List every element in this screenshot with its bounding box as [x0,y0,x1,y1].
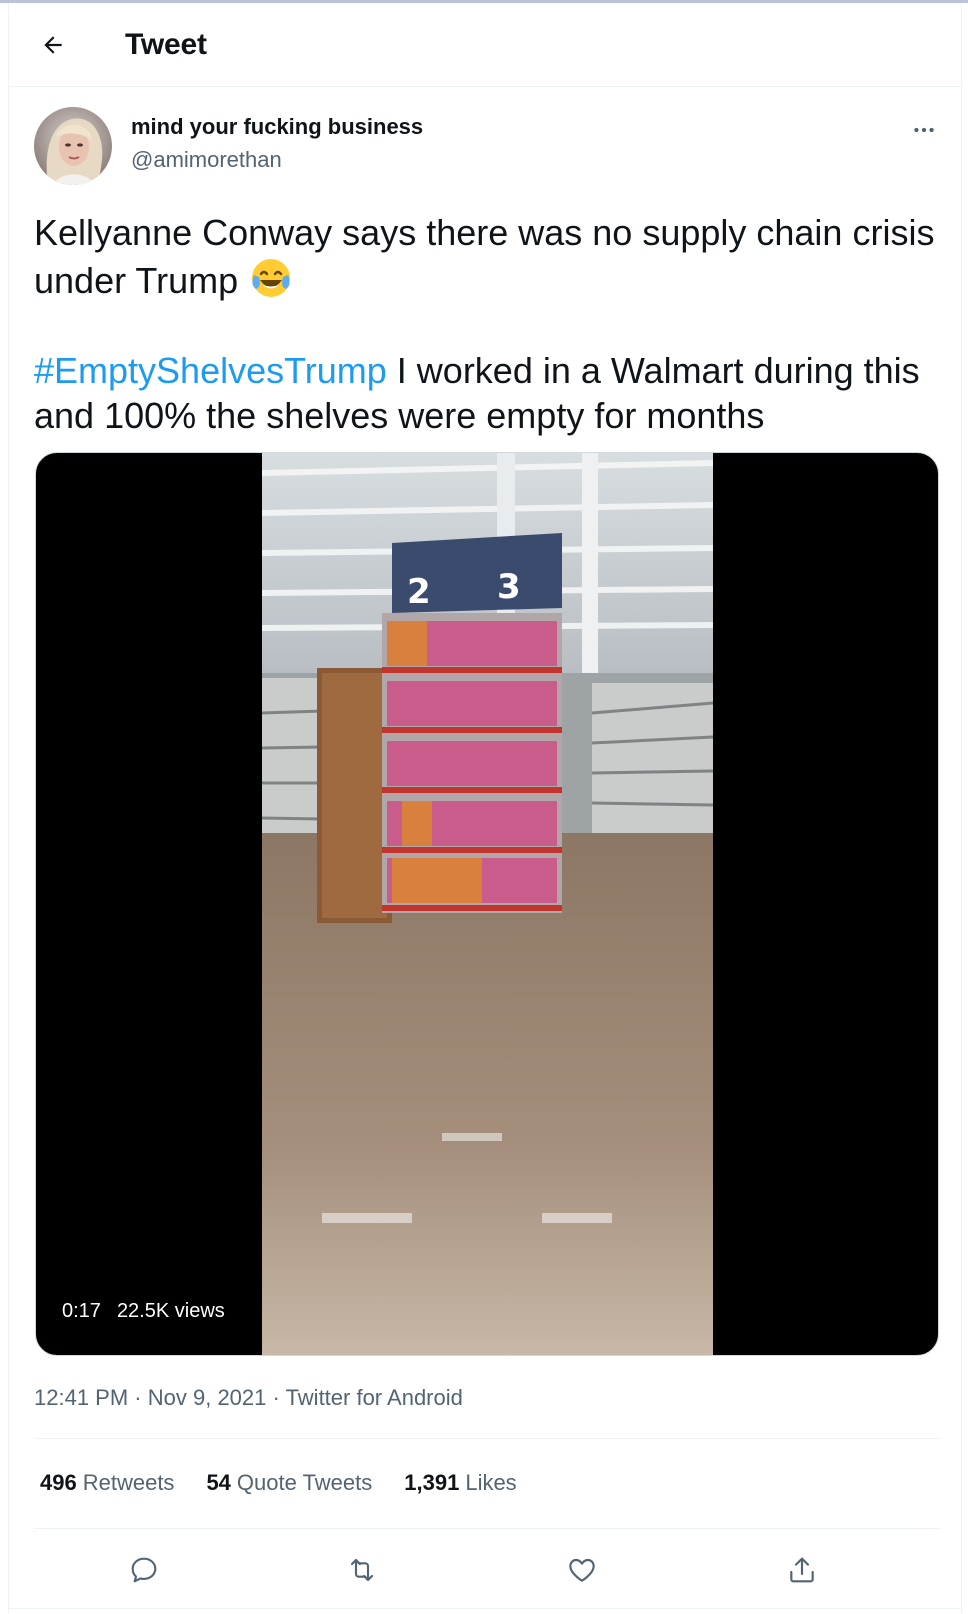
tweet-text: Kellyanne Conway says there was no suppl… [34,210,944,438]
like-button[interactable] [560,1548,604,1592]
likes-label: Likes [465,1470,517,1495]
reply-icon [131,1557,157,1583]
page-header: Tweet [9,3,961,87]
separator: · [272,1385,280,1410]
svg-text:2: 2 [407,572,431,612]
retweets-label: Retweets [82,1470,175,1495]
video-frame: 2 3 [262,453,713,1355]
retweet-button[interactable] [340,1548,384,1592]
divider [9,1608,961,1609]
page-title: Tweet [125,28,207,61]
hashtag-link[interactable]: #EmptyShelvesTrump [34,350,387,391]
author-display-name[interactable]: mind your fucking business [131,114,423,140]
share-icon [790,1557,814,1583]
video-views: 22.5K views [116,1300,225,1322]
heart-icon [569,1558,595,1582]
tweet-source[interactable]: Twitter for Android [286,1385,463,1410]
retweets-count: 496 [40,1470,77,1495]
tweet-metadata: 12:41 PM · Nov 9, 2021 · Twitter for And… [34,1385,463,1411]
divider [34,1438,941,1439]
tweet-actions [34,1544,941,1596]
engagement-stats: 496 Retweets 54 Quote Tweets 1,391 Likes [40,1470,517,1496]
quote-tweets-label: Quote Tweets [236,1470,373,1495]
tweet-paragraph-1: Kellyanne Conway says there was no suppl… [34,210,944,303]
video-meta: 0:17 22.5K views [62,1300,225,1323]
reply-button[interactable] [122,1548,166,1592]
avatar-image [34,107,112,185]
tweet-date[interactable]: Nov 9, 2021 [148,1385,267,1410]
video-player[interactable]: 2 3 0:17 22.5K views [35,452,939,1356]
quote-tweets-count: 54 [206,1470,231,1495]
share-button[interactable] [780,1548,824,1592]
likes-stat[interactable]: 1,391 Likes [404,1470,516,1496]
more-button[interactable] [904,110,944,150]
likes-count: 1,391 [404,1470,460,1495]
separator: · [134,1385,142,1410]
svg-text:3: 3 [497,567,521,607]
retweets-stat[interactable]: 496 Retweets [40,1470,174,1496]
tweet-time[interactable]: 12:41 PM [34,1385,128,1410]
author-handle[interactable]: @amimorethan [131,147,282,173]
more-horizontal-icon [914,127,934,133]
video-duration: 0:17 [62,1300,101,1322]
back-button[interactable] [33,25,73,65]
tweet-paragraph-2: #EmptyShelvesTrump I worked in a Walmart… [34,348,944,438]
avatar[interactable] [34,107,112,185]
tears-of-joy-emoji-icon [248,255,294,301]
arrow-left-icon [44,36,62,54]
divider [34,1528,941,1529]
quote-tweets-stat[interactable]: 54 Quote Tweets [206,1470,372,1496]
retweet-icon [350,1558,374,1582]
tweet-line-1: Kellyanne Conway says there was no suppl… [34,212,935,301]
